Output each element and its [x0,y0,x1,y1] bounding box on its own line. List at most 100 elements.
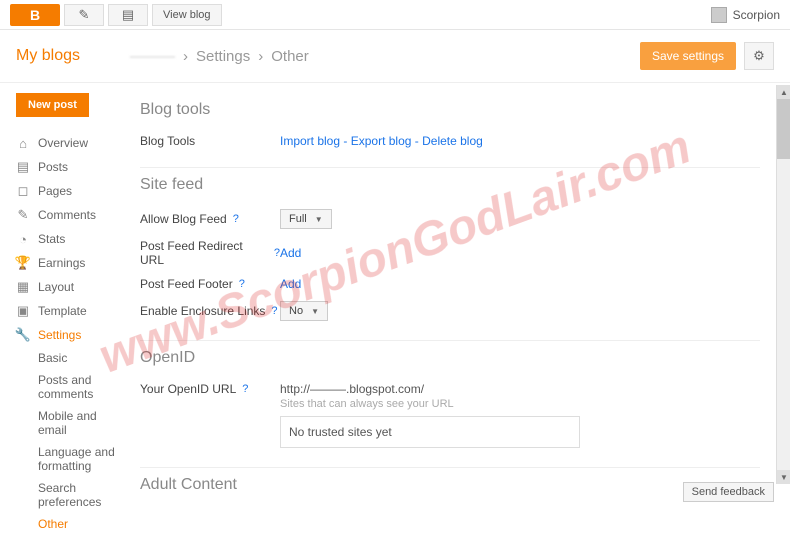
chevron-down-icon: ▼ [315,215,323,224]
link-sep: - [415,134,422,148]
sidebar-item-layout[interactable]: ▦Layout [16,275,120,299]
scroll-down-arrow[interactable]: ▼ [777,470,790,484]
content: Blog tools Blog Tools Import blog - Expo… [120,83,790,502]
breadcrumb-sep: › [183,48,188,65]
help-icon[interactable]: ? [242,383,248,395]
blog-tools-links: Import blog - Export blog - Delete blog [280,134,483,148]
header: My blogs ——— › Settings › Other Save set… [0,30,790,83]
earnings-icon: 🏆 [16,256,30,270]
divider [140,467,760,468]
redirect-label: Post Feed Redirect URL [140,239,268,267]
section-openid-title: OpenID [140,349,760,367]
sidebar-item-label: Comments [38,208,96,222]
link-sep: - [343,134,350,148]
divider [140,167,760,168]
subnav-search[interactable]: Search preferences [38,477,120,513]
breadcrumb-other: Other [271,48,309,65]
row-blog-tools: Blog Tools Import blog - Export blog - D… [140,129,760,153]
sidebar-item-label: Posts [38,160,68,174]
blogger-logo-button[interactable]: B [10,4,60,26]
sidebar-item-label: Overview [38,136,88,150]
sidebar-item-earnings[interactable]: 🏆 Earnings [16,251,120,275]
header-actions: Save settings ⚙ [640,42,774,70]
main: New post ⌂ Overview ▤ Posts ◻ Pages ✎Commen… [0,83,790,502]
redirect-add-link[interactable]: Add [280,246,301,260]
subnav-other[interactable]: Other [38,513,120,535]
home-icon: ⌂ [16,136,30,150]
avatar [711,7,727,23]
username: Scorpion [733,8,780,22]
chevron-down-icon: ▼ [311,307,319,316]
breadcrumb-settings[interactable]: Settings [196,48,250,65]
section-site-feed-title: Site feed [140,176,760,194]
gear-icon: ⚙ [753,48,765,64]
sidebar-item-label: Layout [38,280,74,294]
breadcrumb-blog[interactable]: ——— [130,48,175,65]
sidebar-item-label: Pages [38,184,72,198]
list-icon: ▤ [122,7,134,23]
sidebar-item-label: Earnings [38,256,85,270]
sidebar-item-label: Stats [38,232,65,246]
help-icon[interactable]: ? [233,213,239,225]
wrench-icon: 🔧 [16,328,30,342]
scrollbar[interactable]: ▲ ▼ [776,85,790,484]
row-openid: Your OpenID URL? http://———.blogspot.com… [140,377,760,453]
view-blog-button[interactable]: View blog [152,4,222,26]
footer-add-link[interactable]: Add [280,277,301,291]
sidebar-item-comments[interactable]: ✎Comments [16,203,120,227]
user-menu[interactable]: Scorpion [711,7,780,23]
pencil-button[interactable]: ✎ [64,4,104,26]
pages-icon: ◻ [16,184,30,198]
footer-label: Post Feed Footer [140,277,233,291]
settings-subnav: Basic Posts and comments Mobile and emai… [16,347,120,535]
sidebar-item-posts[interactable]: ▤ Posts [16,155,120,179]
sidebar: New post ⌂ Overview ▤ Posts ◻ Pages ✎Commen… [0,83,120,502]
divider [140,340,760,341]
row-enclosure: Enable Enclosure Links? No▼ [140,296,760,326]
new-post-button[interactable]: New post [16,93,89,117]
breadcrumb: ——— › Settings › Other [130,48,309,65]
pencil-icon: ✎ [79,7,90,23]
blog-tools-label: Blog Tools [140,134,280,148]
sidebar-item-stats[interactable]: ◔Stats [16,227,120,251]
row-allow-feed: Allow Blog Feed? Full ▼ [140,204,760,234]
scroll-thumb[interactable] [777,99,790,159]
enclosure-dropdown[interactable]: No▼ [280,301,328,321]
sidebar-item-pages[interactable]: ◻ Pages [16,179,120,203]
posts-icon: ▤ [16,160,30,174]
sidebar-item-label: Template [38,304,87,318]
subnav-posts-comments[interactable]: Posts and comments [38,369,120,405]
sidebar-item-template[interactable]: ▣ Template [16,299,120,323]
help-icon[interactable]: ? [271,305,277,317]
enclosure-label: Enable Enclosure Links [140,304,265,318]
gear-button[interactable]: ⚙ [744,42,774,70]
allow-feed-dropdown[interactable]: Full ▼ [280,209,332,229]
subnav-basic[interactable]: Basic [38,347,120,369]
section-adult-title: Adult Content [140,476,760,494]
allow-feed-label: Allow Blog Feed [140,212,227,226]
row-redirect-url: Post Feed Redirect URL? Add [140,234,760,272]
send-feedback-button[interactable]: Send feedback [683,482,774,502]
template-icon: ▣ [16,304,30,318]
sidebar-item-overview[interactable]: ⌂ Overview [16,131,120,155]
section-blog-tools-title: Blog tools [140,101,760,119]
my-blogs-link[interactable]: My blogs [16,47,80,65]
topbar: B ✎ ▤ View blog Scorpion [0,0,790,30]
openid-label: Your OpenID URL [140,382,236,396]
breadcrumb-sep: › [258,48,263,65]
delete-blog-link[interactable]: Delete blog [422,134,483,148]
export-blog-link[interactable]: Export blog [351,134,412,148]
sidebar-item-label: Settings [38,328,81,342]
save-settings-button[interactable]: Save settings [640,42,736,70]
help-icon[interactable]: ? [239,278,245,290]
openid-subtext: Sites that can always see your URL [280,398,580,410]
posts-list-button[interactable]: ▤ [108,4,148,26]
dropdown-value: Full [289,213,307,225]
sidebar-item-settings[interactable]: 🔧 Settings [16,323,120,347]
subnav-language[interactable]: Language and formatting [38,441,120,477]
subnav-mobile-email[interactable]: Mobile and email [38,405,120,441]
trusted-sites-box: No trusted sites yet [280,416,580,448]
import-blog-link[interactable]: Import blog [280,134,340,148]
scroll-up-arrow[interactable]: ▲ [777,85,790,99]
openid-value-block: http://———.blogspot.com/ Sites that can … [280,382,580,448]
